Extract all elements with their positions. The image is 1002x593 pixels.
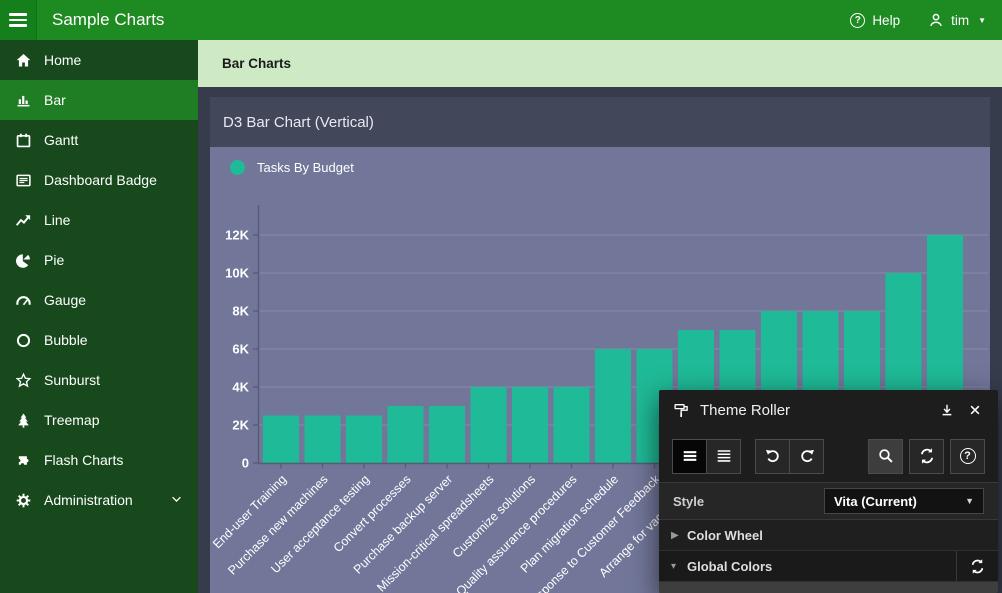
y-tick-label: 4K	[232, 380, 249, 395]
style-label: Style	[673, 494, 704, 509]
sidebar-item-dashboard-badge[interactable]: Dashboard Badge	[0, 160, 198, 200]
question-icon: ?	[960, 448, 976, 464]
download-button[interactable]	[938, 401, 956, 419]
style-select[interactable]: Vita (Current) ▼	[824, 488, 984, 514]
legend-dot	[230, 160, 245, 175]
sidebar-item-flash-charts[interactable]: Flash Charts	[0, 440, 198, 480]
line-chart-icon	[14, 211, 33, 229]
sidebar-item-home[interactable]: Home	[0, 40, 198, 80]
bar[interactable]	[512, 387, 548, 463]
calendar-icon	[14, 131, 33, 149]
app-title: Sample Charts	[52, 10, 164, 30]
help-label: Help	[872, 13, 900, 28]
theme-roller-title: Theme Roller	[700, 402, 928, 419]
refresh-button[interactable]	[909, 439, 944, 474]
y-tick-label: 2K	[232, 418, 249, 433]
theme-roller-toolbar: ?	[659, 430, 998, 482]
section-color-wheel[interactable]: ▶ Color Wheel	[659, 520, 998, 551]
theme-roller-header[interactable]: Theme Roller	[659, 390, 998, 430]
menu-button[interactable]	[0, 0, 37, 40]
sidebar-item-gauge[interactable]: Gauge	[0, 280, 198, 320]
reset-colors-button[interactable]	[956, 551, 998, 581]
bar[interactable]	[595, 349, 631, 463]
top-bar: Sample Charts ? Help tim ▼	[0, 0, 1002, 40]
caret-down-icon: ▼	[978, 16, 986, 25]
redo-button[interactable]	[789, 439, 824, 474]
gauge-icon	[14, 291, 33, 309]
caret-right-icon: ▶	[671, 530, 687, 541]
bar[interactable]	[388, 406, 424, 463]
bar[interactable]	[429, 406, 465, 463]
pie-chart-icon	[14, 251, 33, 269]
close-button[interactable]	[966, 401, 984, 419]
bar[interactable]	[346, 416, 382, 464]
bar[interactable]	[471, 387, 507, 463]
theme-roller-panel: Theme Roller ? Style Vita (Current) ▼ ▶ …	[659, 390, 998, 593]
help-button[interactable]: ? Help	[850, 13, 900, 28]
compact-spacing-button[interactable]	[672, 439, 707, 474]
paint-roller-icon	[673, 402, 690, 419]
y-tick-label: 8K	[232, 304, 249, 319]
puzzle-icon	[14, 451, 33, 469]
bar[interactable]	[305, 416, 341, 464]
sidebar-item-pie[interactable]: Pie	[0, 240, 198, 280]
badge-list-icon	[14, 171, 33, 189]
person-icon	[928, 12, 944, 28]
hamburger-icon	[9, 13, 27, 27]
user-menu[interactable]: tim ▼	[928, 12, 986, 28]
search-button[interactable]	[868, 439, 903, 474]
bar[interactable]	[554, 387, 590, 463]
comfortable-spacing-button[interactable]	[706, 439, 741, 474]
breadcrumb-bar: Bar Charts	[198, 40, 1002, 87]
page-title: Bar Charts	[222, 56, 291, 71]
help-icon: ?	[850, 13, 865, 28]
x-axis-label: End-user Training	[210, 472, 289, 551]
sidebar-item-gantt[interactable]: Gantt	[0, 120, 198, 160]
bar[interactable]	[263, 416, 299, 464]
style-row: Style Vita (Current) ▼	[659, 482, 998, 520]
y-tick-label: 6K	[232, 342, 249, 357]
star-icon	[14, 371, 33, 389]
sidebar-item-bubble[interactable]: Bubble	[0, 320, 198, 360]
sidebar-item-treemap[interactable]: Treemap	[0, 400, 198, 440]
sidebar: Home Bar Gantt Dashboard Badge Line Pie …	[0, 40, 198, 593]
section-global-colors[interactable]: ▾ Global Colors	[659, 551, 998, 582]
caret-down-small-icon: ▾	[671, 561, 687, 572]
home-icon	[14, 51, 33, 69]
sidebar-item-sunburst[interactable]: Sunburst	[0, 360, 198, 400]
select-caret-icon: ▼	[965, 496, 974, 506]
user-name: tim	[951, 13, 969, 28]
gear-icon	[14, 491, 33, 509]
sidebar-item-bar[interactable]: Bar	[0, 80, 198, 120]
section-global-colors-label: Global Colors	[687, 559, 772, 574]
panel-footer-strip	[659, 582, 998, 593]
chart-legend[interactable]: Tasks By Budget	[230, 160, 354, 175]
y-tick-label: 12K	[225, 228, 249, 243]
bar-chart-icon	[14, 91, 33, 109]
y-tick-label: 0	[242, 456, 249, 471]
chevron-down-icon	[170, 493, 184, 507]
sidebar-item-administration[interactable]: Administration	[0, 480, 198, 520]
chart-card-title: D3 Bar Chart (Vertical)	[223, 114, 374, 131]
sidebar-item-line[interactable]: Line	[0, 200, 198, 240]
help-circle-button[interactable]: ?	[950, 439, 985, 474]
y-tick-label: 10K	[225, 266, 249, 281]
legend-label: Tasks By Budget	[257, 160, 354, 175]
chart-card-header: D3 Bar Chart (Vertical)	[210, 97, 990, 147]
x-axis-label: Convert processes	[331, 472, 414, 555]
bubble-icon	[14, 331, 33, 349]
style-select-value: Vita (Current)	[834, 494, 917, 509]
section-color-wheel-label: Color Wheel	[687, 528, 763, 543]
undo-button[interactable]	[755, 439, 790, 474]
tree-icon	[14, 411, 33, 429]
